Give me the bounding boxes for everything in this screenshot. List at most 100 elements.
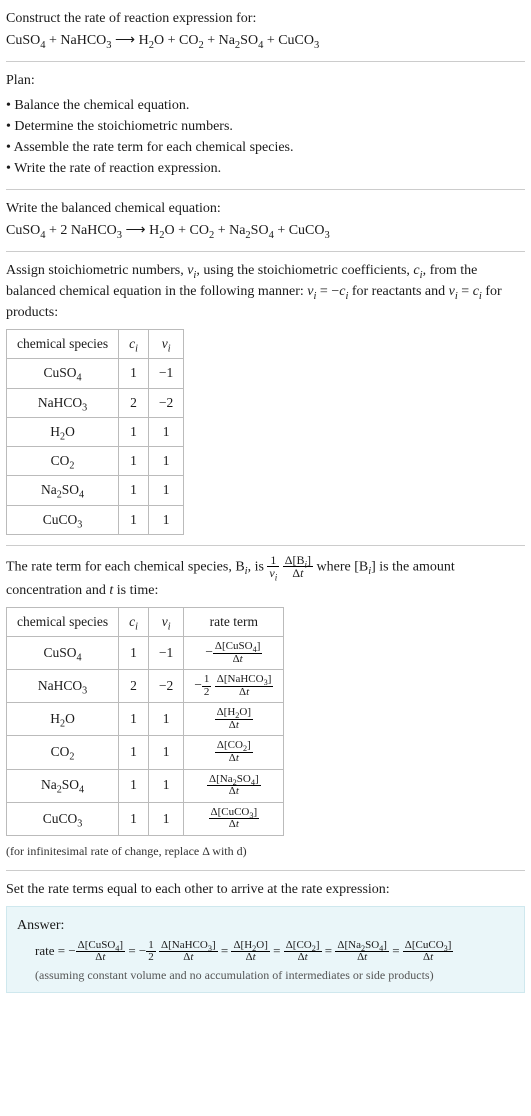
table-row: NaHCO3 2 −2 −12 Δ[NaHCO3]Δt (7, 670, 284, 703)
rate-table: chemical species ci νi rate term CuSO4 1… (6, 607, 284, 836)
balanced-label: Write the balanced chemical equation: (6, 198, 525, 219)
divider (6, 545, 525, 546)
cell-ci: 1 (119, 769, 149, 802)
divider (6, 189, 525, 190)
cell-species: CO2 (7, 447, 119, 476)
text: is time: (113, 583, 158, 598)
table-row: CO2 1 1 Δ[CO2]Δt (7, 736, 284, 769)
cell-rate: Δ[CuCO3]Δt (184, 802, 284, 835)
answer-label: Answer: (17, 915, 514, 936)
rate-frac-db: Δ[Bi]Δt (283, 554, 313, 580)
cell-ci: 1 (119, 736, 149, 769)
stoich-table: chemical species ci νi CuSO41−1 NaHCO32−… (6, 329, 184, 535)
cell-vi: 1 (148, 476, 183, 505)
col-species: chemical species (7, 330, 119, 359)
balanced-block: Write the balanced chemical equation: Cu… (6, 198, 525, 241)
table-row: Na2SO4 1 1 Δ[Na2SO4]Δt (7, 769, 284, 802)
stoich-block: Assign stoichiometric numbers, νi , using… (6, 260, 525, 535)
answer-box: Answer: rate = −Δ[CuSO4]Δt = −12 Δ[NaHCO… (6, 906, 525, 993)
table-row: H2O 1 1 Δ[H2O]Δt (7, 703, 284, 736)
plan-bullet: • Write the rate of reaction expression. (6, 158, 525, 179)
cell-vi: −1 (148, 637, 183, 670)
rate-footnote: (for infinitesimal rate of change, repla… (6, 842, 525, 860)
final-text: Set the rate terms equal to each other t… (6, 879, 525, 900)
cell-rate: Δ[H2O]Δt (184, 703, 284, 736)
cell-species: CuCO3 (7, 802, 119, 835)
intro-block: Construct the rate of reaction expressio… (6, 8, 525, 51)
cell-vi: 1 (148, 736, 183, 769)
cell-ci: 1 (119, 417, 149, 446)
cell-ci: 1 (119, 505, 149, 534)
col-rate: rate term (184, 607, 284, 636)
cell-species: NaHCO3 (7, 670, 119, 703)
cell-vi: 1 (148, 447, 183, 476)
rate-frac-nu: 1νi (267, 554, 279, 580)
plan-label: Plan: (6, 70, 525, 91)
divider (6, 61, 525, 62)
cell-ci: 1 (119, 359, 149, 388)
cell-ci: 1 (119, 637, 149, 670)
table-header-row: chemical species ci νi rate term (7, 607, 284, 636)
cell-vi: 1 (148, 417, 183, 446)
cell-rate: −12 Δ[NaHCO3]Δt (184, 670, 284, 703)
cell-vi: 1 (148, 703, 183, 736)
cell-species: NaHCO3 (7, 388, 119, 417)
cell-species: CuSO4 (7, 359, 119, 388)
unbalanced-equation: CuSO4 + NaHCO3 ⟶ H2O + CO2 + Na2SO4 + Cu… (6, 29, 525, 51)
table-row: CuSO41−1 (7, 359, 184, 388)
col-vi: νi (148, 330, 183, 359)
divider (6, 251, 525, 252)
table-row: Na2SO411 (7, 476, 184, 505)
rate-block: The rate term for each chemical species,… (6, 554, 525, 860)
cell-ci: 2 (119, 388, 149, 417)
table-row: NaHCO32−2 (7, 388, 184, 417)
cell-vi: 1 (148, 505, 183, 534)
answer-equation: rate = −Δ[CuSO4]Δt = −12 Δ[NaHCO3]Δt = Δ… (17, 940, 514, 964)
text: The rate term for each chemical species,… (6, 559, 245, 574)
table-row: H2O11 (7, 417, 184, 446)
cell-ci: 2 (119, 670, 149, 703)
cell-vi: 1 (148, 769, 183, 802)
plan-bullets: • Balance the chemical equation. • Deter… (6, 95, 525, 179)
divider (6, 870, 525, 871)
cell-ci: 1 (119, 802, 149, 835)
table-row: CuCO3 1 1 Δ[CuCO3]Δt (7, 802, 284, 835)
cell-species: Na2SO4 (7, 476, 119, 505)
col-ci: ci (119, 330, 149, 359)
cell-rate: Δ[Na2SO4]Δt (184, 769, 284, 802)
cell-ci: 1 (119, 447, 149, 476)
cell-ci: 1 (119, 476, 149, 505)
final-block: Set the rate terms equal to each other t… (6, 879, 525, 993)
cell-vi: −2 (148, 388, 183, 417)
stoich-text: Assign stoichiometric numbers, νi, using… (6, 260, 525, 323)
cell-vi: 1 (148, 802, 183, 835)
cell-species: H2O (7, 417, 119, 446)
col-ci: ci (119, 607, 149, 636)
plan-block: Plan: • Balance the chemical equation. •… (6, 70, 525, 179)
table-header-row: chemical species ci νi (7, 330, 184, 359)
answer-note: (assuming constant volume and no accumul… (17, 966, 514, 984)
col-species: chemical species (7, 607, 119, 636)
plan-bullet: • Determine the stoichiometric numbers. (6, 116, 525, 137)
cell-vi: −2 (148, 670, 183, 703)
intro-line: Construct the rate of reaction expressio… (6, 8, 525, 29)
cell-species: CuSO4 (7, 637, 119, 670)
col-vi: νi (148, 607, 183, 636)
text: , using the stoichiometric coefficients, (196, 263, 413, 278)
cell-species: CO2 (7, 736, 119, 769)
cell-rate: Δ[CO2]Δt (184, 736, 284, 769)
plan-bullet: • Assemble the rate term for each chemic… (6, 137, 525, 158)
text: for reactants and (348, 284, 448, 299)
cell-vi: −1 (148, 359, 183, 388)
balanced-equation: CuSO4 + 2 NaHCO3 ⟶ H2O + CO2 + Na2SO4 + … (6, 219, 525, 241)
rate-word: rate = (35, 943, 68, 958)
table-row: CuCO311 (7, 505, 184, 534)
table-row: CuSO4 1 −1 −Δ[CuSO4]Δt (7, 637, 284, 670)
cell-rate: −Δ[CuSO4]Δt (184, 637, 284, 670)
cell-species: H2O (7, 703, 119, 736)
table-row: CO211 (7, 447, 184, 476)
cell-species: Na2SO4 (7, 769, 119, 802)
cell-ci: 1 (119, 703, 149, 736)
text: , is (248, 559, 268, 574)
text: Assign stoichiometric numbers, (6, 263, 187, 278)
